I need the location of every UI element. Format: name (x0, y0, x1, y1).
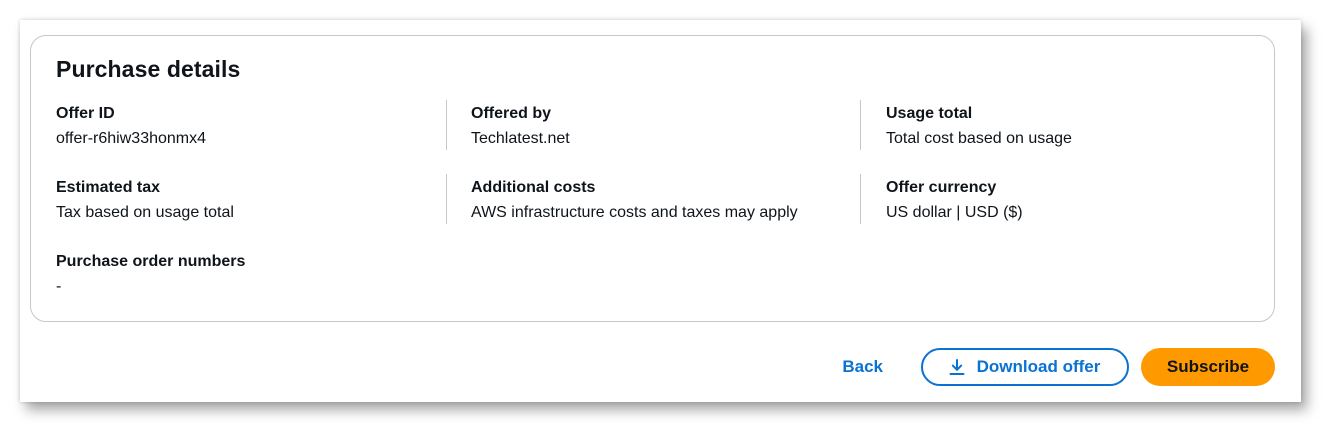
field-label: Offer ID (56, 105, 115, 122)
download-icon (949, 359, 965, 375)
field-label: Usage total (886, 105, 973, 122)
field-usage-total: Usage total Total cost based on usage (886, 104, 1266, 149)
column-divider (446, 174, 447, 224)
action-bar: Back Download offer Subscribe (816, 348, 1275, 386)
column-divider (860, 100, 861, 150)
field-value: US dollar | USD ($) (886, 204, 1023, 221)
field-value: Tax based on usage total (56, 204, 234, 221)
field-value: Techlatest.net (471, 130, 570, 147)
field-offer-id: Offer ID offer-r6hiw33honmx4 (56, 104, 436, 149)
panel-title: Purchase details (56, 56, 241, 82)
field-estimated-tax: Estimated tax Tax based on usage total (56, 178, 436, 223)
field-label: Offer currency (886, 179, 997, 196)
back-button[interactable]: Back (816, 348, 909, 386)
subscribe-button[interactable]: Subscribe (1141, 348, 1275, 386)
download-offer-button[interactable]: Download offer (921, 348, 1129, 386)
purchase-window: Purchase details Offer ID offer-r6hiw33h… (20, 20, 1301, 402)
field-label: Estimated tax (56, 179, 161, 196)
column-divider (860, 174, 861, 224)
field-purchase-order-numbers: Purchase order numbers - (56, 252, 436, 297)
purchase-details-panel: Purchase details Offer ID offer-r6hiw33h… (30, 35, 1275, 322)
field-value: offer-r6hiw33honmx4 (56, 130, 207, 147)
subscribe-button-label: Subscribe (1166, 357, 1250, 376)
field-value: AWS infrastructure costs and taxes may a… (471, 204, 798, 221)
field-offered-by: Offered by Techlatest.net (471, 104, 851, 149)
field-value: Total cost based on usage (886, 130, 1072, 147)
back-button-label: Back (842, 357, 883, 376)
field-label: Offered by (471, 105, 552, 122)
column-divider (446, 100, 447, 150)
field-label: Additional costs (471, 179, 596, 196)
field-label: Purchase order numbers (56, 253, 246, 270)
field-additional-costs: Additional costs AWS infrastructure cost… (471, 178, 851, 223)
download-offer-label: Download offer (976, 357, 1101, 376)
field-offer-currency: Offer currency US dollar | USD ($) (886, 178, 1266, 223)
field-value: - (56, 278, 62, 295)
